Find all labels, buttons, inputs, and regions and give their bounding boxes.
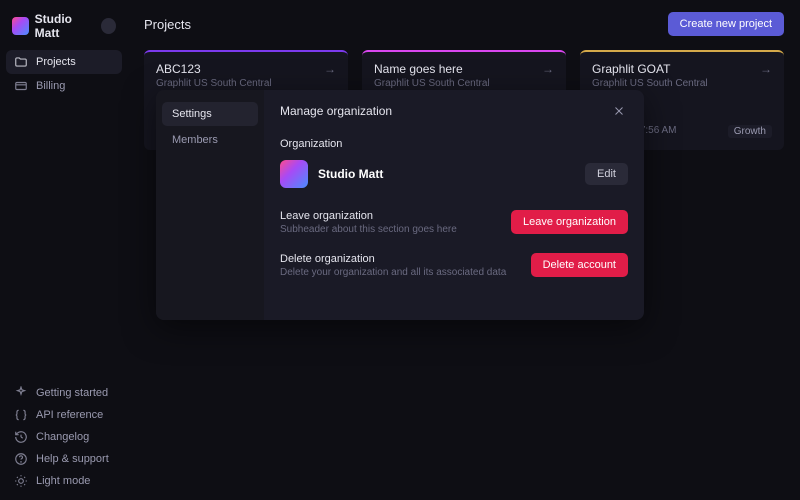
- modal-tab-members[interactable]: Members: [162, 128, 258, 152]
- organization-row: Studio Matt Edit: [280, 160, 628, 188]
- leave-organization-subtitle: Subheader about this section goes here: [280, 224, 457, 235]
- modal-content: Manage organization Organization Studio …: [264, 90, 644, 320]
- manage-organization-modal: Settings Members Manage organization Org…: [156, 90, 644, 320]
- delete-account-button[interactable]: Delete account: [531, 253, 628, 277]
- organization-name: Studio Matt: [318, 167, 575, 181]
- close-icon: [613, 105, 625, 117]
- delete-organization-row: Delete organization Delete your organiza…: [280, 253, 628, 278]
- leave-organization-row: Leave organization Subheader about this …: [280, 210, 628, 235]
- leave-organization-title: Leave organization: [280, 210, 457, 222]
- organization-section-label: Organization: [280, 138, 628, 150]
- modal-tab-settings[interactable]: Settings: [162, 102, 258, 126]
- modal-close-button[interactable]: [610, 102, 628, 120]
- delete-organization-subtitle: Delete your organization and all its ass…: [280, 267, 506, 278]
- delete-organization-title: Delete organization: [280, 253, 506, 265]
- organization-avatar: [280, 160, 308, 188]
- edit-organization-button[interactable]: Edit: [585, 163, 628, 185]
- modal-title: Manage organization: [280, 104, 392, 118]
- leave-organization-button[interactable]: Leave organization: [511, 210, 628, 234]
- modal-overlay: Settings Members Manage organization Org…: [0, 0, 800, 500]
- modal-sidebar: Settings Members: [156, 90, 264, 320]
